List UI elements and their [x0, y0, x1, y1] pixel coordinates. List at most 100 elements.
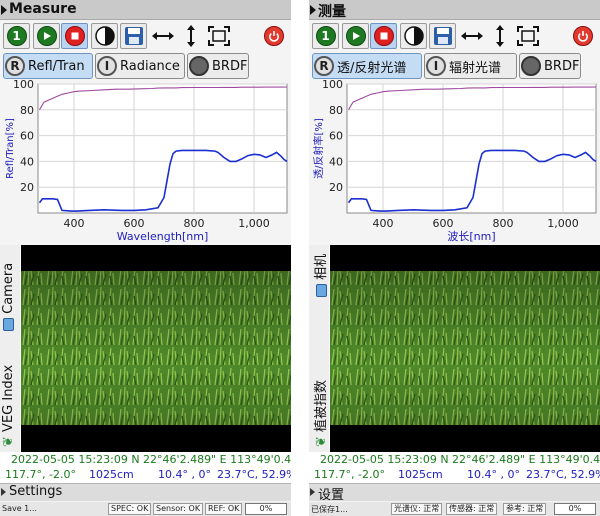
- tab-label: Refl/Tran: [28, 58, 85, 74]
- continuous-measure-button[interactable]: [342, 23, 369, 49]
- y-axis-label: Refl/Tran[%]: [5, 118, 16, 179]
- y-tick-label: 80: [329, 104, 343, 117]
- datetime: 2022-05-05 15:23:09: [320, 453, 437, 466]
- mode-tabs: R Refl/Tran I Radiance BRDF: [0, 53, 291, 79]
- tab-refl-tran[interactable]: R Refl/Tran: [3, 53, 93, 79]
- zoom-vertical-button[interactable]: [486, 23, 513, 49]
- settings-title: Settings: [9, 484, 63, 499]
- y-tick-label: 20: [20, 181, 34, 194]
- tilt-angles: 10.4° , 0°: [158, 468, 211, 481]
- y-tick-label: 60: [329, 130, 343, 143]
- tab-camera[interactable]: Camera: [1, 263, 16, 331]
- tab-label: Radiance: [120, 58, 180, 74]
- tab-veg-index[interactable]: ❦ VEG Index: [1, 365, 16, 447]
- tab-veg-index[interactable]: ❦ 植被指数: [310, 380, 329, 447]
- dark-reference-button[interactable]: [400, 23, 427, 49]
- tab-radiance[interactable]: I 辐射光谱: [424, 53, 517, 79]
- ref-status-badge: 参考: 正常: [503, 503, 547, 515]
- mode-tabs: R 透/反射光谱 I 辐射光谱 BRDF: [309, 53, 600, 79]
- floppy-disk-icon: [433, 27, 452, 45]
- tab-brdf[interactable]: BRDF: [519, 53, 581, 79]
- leaf-icon: ❦: [1, 436, 16, 447]
- x-axis-label: 波长[nm]: [447, 230, 495, 243]
- continuous-measure-button[interactable]: [33, 23, 60, 49]
- plot-area: [346, 83, 597, 214]
- save-button[interactable]: [120, 23, 147, 49]
- tab-camera[interactable]: 相机: [310, 254, 329, 297]
- ref-status-badge: REF: OK: [205, 503, 243, 515]
- power-icon: [572, 26, 593, 46]
- spec-status-badge: SPEC: OK: [108, 503, 152, 515]
- veg-tab-label: VEG Index: [1, 364, 16, 432]
- altitude: 1025cm: [398, 468, 443, 481]
- y-tick-label: 100: [322, 80, 343, 91]
- x-axis-label: Wavelength[nm]: [117, 230, 209, 243]
- save-status: 已保存1...: [311, 505, 348, 514]
- english-panel: Measure 1 R Refl/Tran I Radiance BRDF 400 6…: [0, 0, 291, 516]
- x-tick-label: 400: [64, 217, 85, 230]
- y-tick-label: 100: [13, 80, 34, 91]
- play-icon: [36, 26, 57, 46]
- y-tick-label: 20: [329, 181, 343, 194]
- toolbar: 1: [309, 22, 600, 50]
- progress-indicator: 0%: [245, 503, 287, 515]
- fit-view-button[interactable]: [514, 23, 541, 49]
- tab-radiance[interactable]: I Radiance: [95, 53, 185, 79]
- longitude: E 113°49'0.437": [528, 453, 600, 466]
- camera-tab-label: Camera: [1, 262, 16, 314]
- save-button[interactable]: [429, 23, 456, 49]
- zoom-horizontal-button[interactable]: [149, 23, 176, 49]
- horizontal-arrows-icon: [151, 32, 174, 40]
- i-badge-icon: I: [426, 56, 446, 76]
- measure-header[interactable]: Measure: [0, 0, 291, 20]
- x-tick-label: 600: [433, 217, 454, 230]
- dark-reference-button[interactable]: [91, 23, 118, 49]
- dark-reference-icon: [94, 26, 115, 46]
- spectrum-chart[interactable]: 400 600 800 1,000 20 40 60 80 100 波长[nm] 透/反射率[%]: [309, 80, 600, 244]
- spectrum-chart[interactable]: 400 600 800 1,000 20 40 60 80 100 Wavelength[nm] R…: [0, 80, 291, 244]
- dark-reference-icon: [403, 26, 424, 46]
- stop-icon: [64, 26, 85, 46]
- orientation-angles: 117.7°, -2.0°: [5, 468, 76, 481]
- single-shot-icon: 1: [6, 26, 27, 46]
- latitude: N 22°46'2.489": [440, 453, 526, 466]
- settings-header[interactable]: Settings: [0, 483, 291, 501]
- camera-tab-label: 相机: [314, 253, 329, 280]
- status-bar: 已保存1... 光谱仪: 正常 传感器: 正常 参考: 正常 0%: [309, 502, 600, 516]
- camera-view: [21, 245, 291, 452]
- collapse-caret-icon[interactable]: [310, 5, 316, 15]
- tab-refl-tran[interactable]: R 透/反射光谱: [312, 53, 422, 79]
- tab-label: 透/反射光谱: [337, 60, 407, 76]
- measurement-info: 2022-05-05 15:23:09 N 22°46'2.489" E 113…: [0, 452, 291, 483]
- settings-header[interactable]: 设置: [309, 483, 600, 503]
- tab-label: 辐射光谱: [449, 60, 502, 76]
- fit-view-button[interactable]: [205, 23, 232, 49]
- zoom-vertical-button[interactable]: [177, 23, 204, 49]
- collapse-caret-icon[interactable]: [1, 5, 7, 15]
- power-button[interactable]: [569, 23, 596, 49]
- tab-brdf[interactable]: BRDF: [187, 53, 249, 79]
- plot-area: [37, 83, 288, 214]
- single-measure-button[interactable]: 1: [312, 23, 339, 49]
- spec-status-badge: 光谱仪: 正常: [391, 503, 443, 515]
- single-measure-button[interactable]: 1: [3, 23, 30, 49]
- power-button[interactable]: [260, 23, 287, 49]
- grass-photo: [21, 245, 291, 452]
- stop-icon: [373, 26, 394, 46]
- tab-label: BRDF: [212, 58, 248, 74]
- zoom-horizontal-button[interactable]: [458, 23, 485, 49]
- orientation-angles: 117.7°, -2.0°: [314, 468, 385, 481]
- y-tick-label: 80: [20, 104, 34, 117]
- stop-button[interactable]: [370, 23, 397, 49]
- leaf-icon: ❦: [314, 436, 329, 447]
- expand-caret-icon[interactable]: [1, 488, 6, 496]
- camera-area: ❦ VEG Index Camera: [0, 245, 291, 452]
- expand-caret-icon[interactable]: [310, 488, 315, 496]
- status-bar: Save 1... SPEC: OK Sensor: OK REF: OK 0%: [0, 502, 291, 516]
- stop-button[interactable]: [61, 23, 88, 49]
- side-tabs: ❦ 植被指数 相机: [309, 245, 329, 452]
- save-status: Save 1...: [2, 504, 37, 513]
- measure-header[interactable]: 测量: [309, 0, 600, 20]
- x-tick-label: 600: [124, 217, 145, 230]
- r-badge-icon: R: [5, 56, 25, 76]
